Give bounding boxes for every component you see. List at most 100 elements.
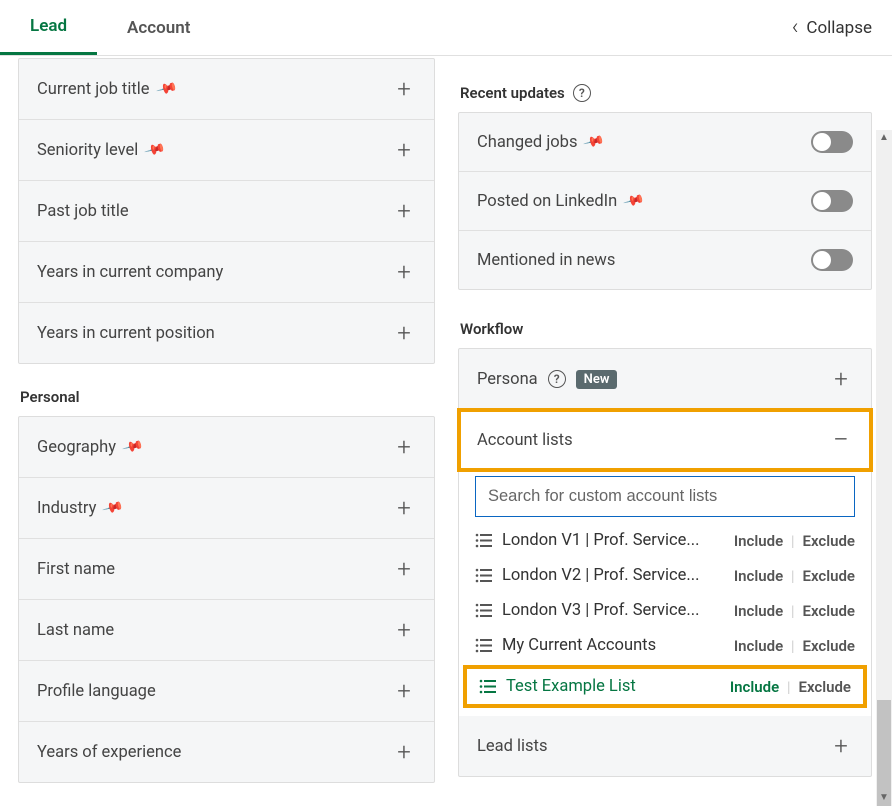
list-icon [479, 679, 496, 694]
toggle-switch[interactable] [811, 249, 853, 271]
section-workflow: Workflow [460, 320, 872, 338]
pin-icon: 📌 [583, 131, 606, 154]
pin-icon: 📌 [622, 190, 645, 213]
toggle-switch[interactable] [811, 131, 853, 153]
workflow-persona[interactable]: Persona ? New + [459, 349, 871, 410]
expand-icon[interactable]: + [392, 199, 416, 223]
list-name: Test Example List [506, 677, 636, 696]
expand-icon[interactable]: + [392, 618, 416, 642]
expand-icon[interactable]: + [392, 260, 416, 284]
list-name: London V1 | Prof. Service... [502, 531, 699, 550]
list-name: London V3 | Prof. Service... [502, 601, 699, 620]
help-icon[interactable]: ? [548, 370, 566, 388]
filter-label: Years in current position [37, 324, 215, 343]
exclude-button[interactable]: Exclude [802, 602, 855, 620]
account-list-item[interactable]: London V1 | Prof. Service... Include | E… [459, 523, 871, 558]
new-badge: New [576, 370, 618, 389]
expand-icon[interactable]: + [392, 679, 416, 703]
expand-icon[interactable]: + [392, 435, 416, 459]
exclude-button[interactable]: Exclude [802, 637, 855, 655]
list-name: My Current Accounts [502, 636, 656, 655]
scroll-down-icon[interactable]: ▼ [876, 790, 892, 806]
account-list-item-selected[interactable]: Test Example List Include | Exclude [463, 665, 867, 708]
account-lists-dropdown: London V1 | Prof. Service... Include | E… [459, 470, 871, 716]
filter-label: Years in current company [37, 263, 223, 282]
filter-first-name[interactable]: First name + [19, 539, 434, 600]
scrollbar[interactable]: ▲ ▼ [876, 130, 892, 806]
collapse-label: Collapse [806, 18, 872, 38]
help-icon[interactable]: ? [573, 84, 591, 102]
filter-current-job-title[interactable]: Current job title📌 + [19, 59, 434, 120]
workflow-card: Persona ? New + Account lists − [458, 348, 872, 777]
tab-lead[interactable]: Lead [0, 0, 97, 55]
expand-icon[interactable]: + [829, 734, 853, 758]
toggle-label: Posted on LinkedIn [477, 192, 617, 211]
filter-label: Industry [37, 499, 96, 518]
filter-label: Geography [37, 438, 116, 457]
include-button[interactable]: Include [734, 637, 783, 655]
include-button[interactable]: Include [734, 532, 783, 550]
expand-icon[interactable]: + [392, 557, 416, 581]
workflow-lead-lists[interactable]: Lead lists + [459, 716, 871, 776]
pin-icon: 📌 [102, 497, 125, 520]
workflow-label: Persona [477, 370, 538, 389]
expand-icon[interactable]: + [392, 740, 416, 764]
filter-years-experience[interactable]: Years of experience + [19, 722, 434, 782]
expand-icon[interactable]: + [392, 138, 416, 162]
account-list-item[interactable]: London V3 | Prof. Service... Include | E… [459, 593, 871, 628]
workflow-label: Account lists [477, 431, 573, 450]
left-column: Current job title📌 + Seniority level📌 + … [0, 56, 444, 806]
filter-profile-language[interactable]: Profile language + [19, 661, 434, 722]
exclude-button[interactable]: Exclude [802, 567, 855, 585]
filter-group-job: Current job title📌 + Seniority level📌 + … [18, 58, 435, 364]
exclude-button[interactable]: Exclude [798, 678, 851, 696]
include-button[interactable]: Include [730, 678, 779, 696]
toggle-switch[interactable] [811, 190, 853, 212]
collapse-icon[interactable]: − [829, 426, 853, 454]
filter-years-position[interactable]: Years in current position + [19, 303, 434, 363]
toggle-changed-jobs: Changed jobs 📌 [459, 113, 871, 172]
expand-icon[interactable]: + [392, 496, 416, 520]
filter-label: First name [37, 560, 115, 579]
collapse-button[interactable]: ‹ Collapse [792, 17, 872, 39]
list-icon [475, 568, 492, 583]
list-icon [475, 638, 492, 653]
toggle-posted-linkedin: Posted on LinkedIn 📌 [459, 172, 871, 231]
expand-icon[interactable]: + [392, 321, 416, 345]
account-list-item[interactable]: London V2 | Prof. Service... Include | E… [459, 558, 871, 593]
account-list-item[interactable]: My Current Accounts Include | Exclude [459, 628, 871, 663]
filter-seniority-level[interactable]: Seniority level 📌 + [19, 120, 434, 181]
filter-past-job-title[interactable]: Past job title + [19, 181, 434, 242]
filter-label: Last name [37, 621, 114, 640]
filter-label: Seniority level [37, 141, 138, 160]
toggle-mentioned-news: Mentioned in news [459, 231, 871, 289]
expand-icon[interactable]: + [829, 367, 853, 391]
search-account-lists-input[interactable] [475, 476, 855, 517]
scroll-up-icon[interactable]: ▲ [876, 130, 892, 146]
filter-group-personal: Geography 📌 + Industry 📌 + First name + La… [18, 416, 435, 783]
filter-years-company[interactable]: Years in current company + [19, 242, 434, 303]
filter-label: Years of experience [37, 743, 181, 762]
list-icon [475, 533, 492, 548]
include-button[interactable]: Include [734, 567, 783, 585]
toggle-label: Changed jobs [477, 133, 577, 152]
expand-icon[interactable]: + [392, 77, 416, 101]
tab-strip: Lead Account [0, 0, 220, 55]
filter-label: Profile language [37, 682, 156, 701]
section-label: Recent updates [460, 84, 565, 102]
workflow-label: Lead lists [477, 737, 547, 756]
pin-icon: 📌 [143, 139, 166, 162]
filter-industry[interactable]: Industry 📌 + [19, 478, 434, 539]
filter-last-name[interactable]: Last name + [19, 600, 434, 661]
workflow-account-lists[interactable]: Account lists − [459, 410, 871, 470]
section-personal: Personal [20, 388, 435, 406]
pin-icon: 📌 [155, 78, 178, 101]
list-name: London V2 | Prof. Service... [502, 566, 699, 585]
tab-account[interactable]: Account [97, 0, 220, 55]
exclude-button[interactable]: Exclude [802, 532, 855, 550]
right-column: Recent updates ? Changed jobs 📌 Posted on… [444, 56, 892, 806]
pin-icon: 📌 [121, 436, 144, 459]
include-button[interactable]: Include [734, 602, 783, 620]
filter-geography[interactable]: Geography 📌 + [19, 417, 434, 478]
filter-label: Past job title [37, 202, 129, 221]
